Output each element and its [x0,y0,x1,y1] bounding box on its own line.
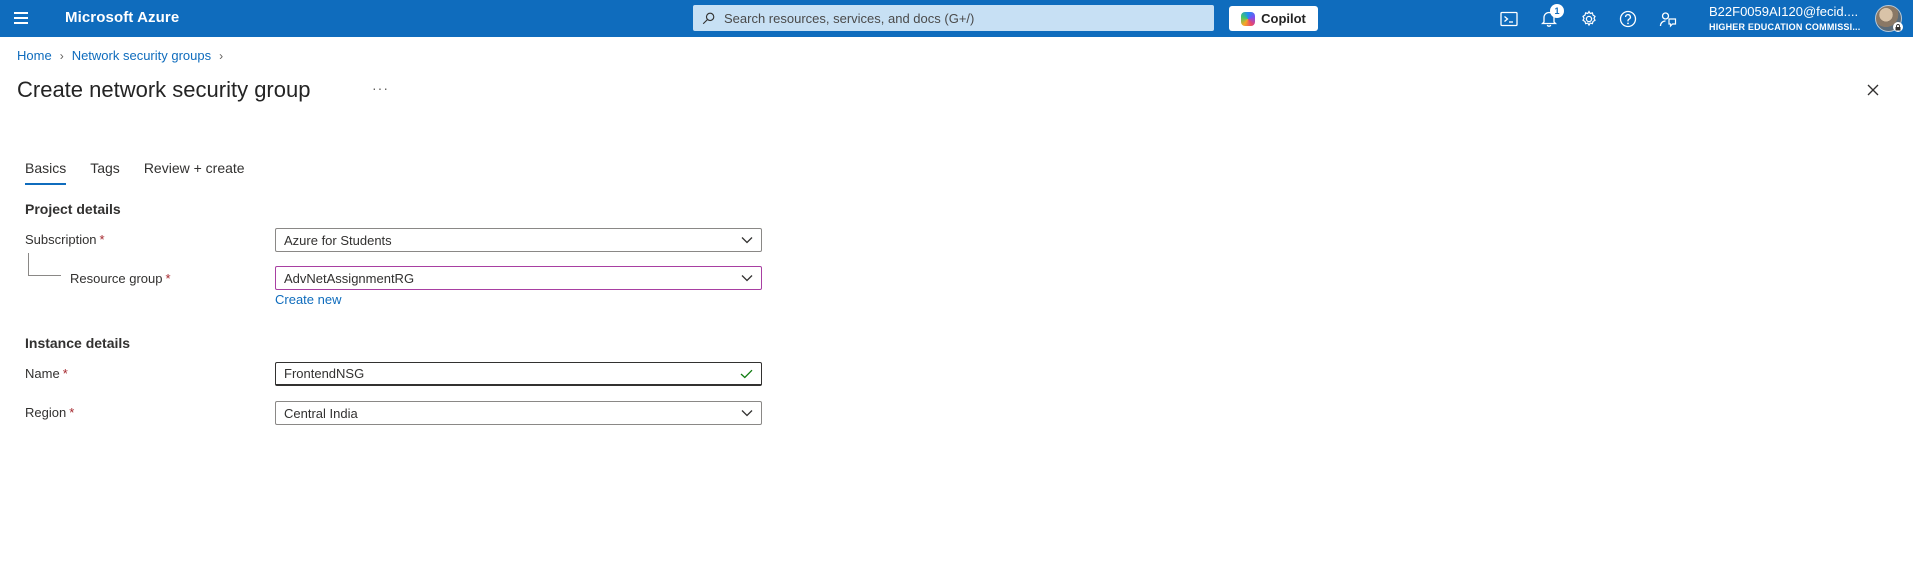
subscription-label-text: Subscription [25,232,97,247]
project-details-heading: Project details [25,201,121,217]
chevron-right-icon: › [219,48,224,63]
wizard-tabs: Basics Tags Review + create [25,160,269,185]
chevron-down-icon [741,410,753,417]
region-label-text: Region [25,405,67,420]
settings-button[interactable] [1576,6,1602,32]
tab-review-create[interactable]: Review + create [144,160,245,185]
breadcrumb-home[interactable]: Home [17,48,52,63]
chevron-down-icon [741,237,753,244]
subscription-label: Subscription * [25,232,105,247]
cloud-shell-button[interactable] [1496,6,1522,32]
subscription-dropdown[interactable]: Azure for Students [275,228,762,252]
instance-details-heading: Instance details [25,335,131,351]
subscription-value: Azure for Students [284,232,392,248]
region-dropdown[interactable]: Central India [275,401,762,425]
create-new-resource-group-link[interactable]: Create new [275,292,341,307]
resource-group-dropdown[interactable]: AdvNetAssignmentRG [275,266,762,290]
required-marker: * [165,271,171,286]
region-value: Central India [284,405,358,421]
page-title: Create network security group [17,77,311,102]
close-button[interactable] [1863,80,1883,100]
name-label-text: Name [25,366,60,381]
terminal-icon [1500,11,1518,27]
feedback-icon [1659,12,1677,28]
account-menu[interactable]: B22F0059AI120@fecid.... HIGHER EDUCATION… [1709,4,1869,34]
required-marker: * [69,405,75,420]
more-options-button[interactable]: ··· [372,80,389,96]
checkmark-icon [740,369,753,378]
chevron-down-icon [741,275,753,282]
search-icon [702,12,715,24]
breadcrumb-network-security-groups[interactable]: Network security groups [72,48,211,63]
name-value: FrontendNSG [284,366,365,381]
lock-icon [1893,22,1903,32]
resource-group-value: AdvNetAssignmentRG [284,270,415,286]
gear-icon [1582,10,1596,27]
tree-connector [28,253,29,275]
brand-title[interactable]: Microsoft Azure [65,9,179,26]
close-icon [1867,84,1879,96]
required-marker: * [62,366,68,381]
resource-group-label-text: Resource group [70,271,163,286]
feedback-button[interactable] [1655,6,1681,32]
copilot-button[interactable]: Copilot [1229,6,1318,31]
name-field[interactable]: FrontendNSG [275,362,762,386]
copilot-icon [1241,11,1256,26]
notifications-button[interactable]: 1 [1536,4,1564,32]
search-input[interactable] [722,9,1202,27]
region-label: Region * [25,405,74,420]
top-bar: Microsoft Azure Copilot 1 [0,0,1913,37]
tree-connector [28,275,61,276]
name-label: Name * [25,366,68,381]
notification-count-badge: 1 [1550,4,1564,18]
chevron-right-icon: › [59,48,64,63]
tab-tags[interactable]: Tags [90,160,120,185]
portal-menu-icon[interactable] [11,8,31,28]
tab-basics[interactable]: Basics [25,160,67,185]
account-tenant: HIGHER EDUCATION COMMISSI... [1709,22,1861,32]
account-user: B22F0059AI120@fecid.... [1709,4,1859,19]
resource-group-label: Resource group * [70,271,171,286]
help-button[interactable] [1615,6,1641,32]
copilot-label: Copilot [1261,11,1306,26]
help-icon [1619,10,1637,28]
global-search[interactable] [693,5,1214,31]
required-marker: * [99,232,105,247]
breadcrumb: Home › Network security groups › [17,48,223,63]
